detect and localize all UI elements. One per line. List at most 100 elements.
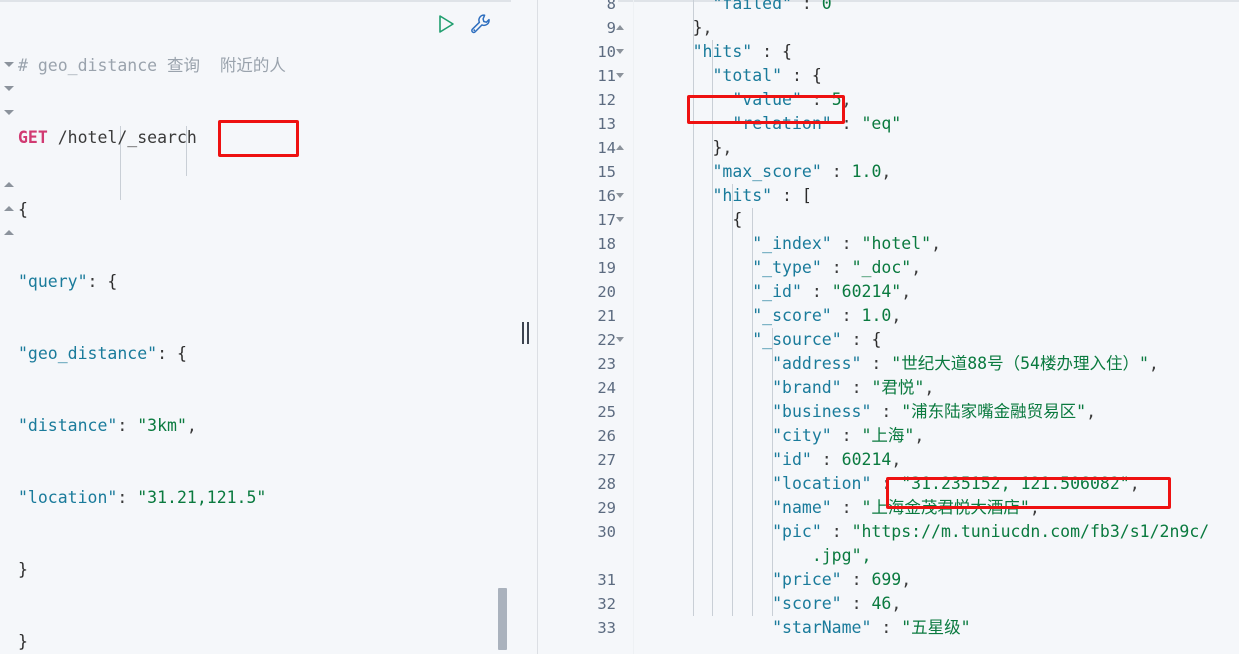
json-punctuation: :: [811, 90, 822, 109]
json-key: "failed": [712, 0, 792, 13]
json-string: "https://m.tuniucdn.com/fb3/s1/2n9c/: [851, 522, 1210, 541]
fold-toggle-close-2[interactable]: [4, 206, 14, 211]
json-punctuation: :: [881, 402, 892, 421]
json-punctuation: [: [801, 186, 812, 205]
fold-toggle-close-3[interactable]: [4, 230, 14, 235]
colon: :: [117, 416, 138, 435]
json-number: 60214: [841, 450, 892, 469]
json-key: "pic": [772, 522, 822, 541]
json-key: "score": [772, 594, 842, 613]
json-punctuation: :: [851, 330, 862, 349]
code-line: "_source" : {: [633, 328, 881, 352]
request-fold-gutter[interactable]: [0, 0, 18, 654]
json-punctuation: {: [811, 66, 822, 85]
json-number: 0: [821, 0, 832, 13]
json-punctuation: :: [841, 426, 852, 445]
open-brace-geo: {: [176, 344, 187, 363]
json-key: "_score": [752, 306, 832, 325]
wrench-icon[interactable]: [469, 12, 493, 36]
json-string: "_doc": [851, 258, 912, 277]
location-key: "location": [18, 488, 118, 507]
json-punctuation: ,: [924, 378, 935, 397]
json-string: "eq": [861, 114, 902, 133]
code-line: .jpg",: [633, 544, 872, 568]
request-code[interactable]: # geo_distance 查询 附近的人 GET /hotel/_searc…: [18, 6, 508, 654]
json-punctuation: :: [821, 450, 832, 469]
code-line: "score" : 46,: [633, 592, 901, 616]
json-string: "hotel": [861, 234, 932, 253]
fold-toggle-close-1[interactable]: [4, 182, 14, 187]
editor-actions[interactable]: [435, 12, 493, 36]
json-key: "name": [772, 498, 832, 517]
json-key: "relation": [732, 114, 832, 133]
play-icon[interactable]: [435, 13, 457, 35]
code-line-2: GET /hotel/_search: [18, 126, 508, 150]
json-number: 5: [831, 90, 842, 109]
json-punctuation: :: [791, 66, 802, 85]
colon: :: [157, 344, 177, 363]
code-line: },: [633, 16, 713, 40]
request-vertical-scrollbar[interactable]: [498, 588, 507, 650]
code-line: "hits" : {: [633, 40, 792, 64]
json-punctuation: :: [841, 306, 852, 325]
response-editor-panel[interactable]: 8 9 10 11 12 13 14 15 16 17 18 19 20 21 22 23 24 25 26 27 28…: [538, 0, 1239, 654]
json-key: "_index": [752, 234, 832, 253]
json-punctuation: :: [851, 378, 862, 397]
json-string: "君悦": [871, 378, 925, 397]
code-line: "id" : 60214,: [633, 448, 901, 472]
panel-splitter[interactable]: [511, 0, 538, 654]
code-line: "total" : {: [633, 64, 822, 88]
splitter-grip-icon[interactable]: [522, 322, 529, 344]
json-key: "price": [772, 570, 842, 589]
json-string: "世纪大道88号（54楼办理入住）": [891, 354, 1149, 373]
json-number: 1.0: [861, 306, 892, 325]
fold-toggle-open-1[interactable]: [4, 62, 14, 67]
fold-toggle-open-2[interactable]: [4, 86, 14, 91]
code-line: "pic" : "https://m.tuniucdn.com/fb3/s1/2…: [633, 520, 1209, 544]
json-punctuation: ,: [702, 18, 713, 37]
json-punctuation: :: [881, 474, 892, 493]
json-punctuation: ,: [901, 570, 912, 589]
request-editor-panel[interactable]: # geo_distance 查询 附近的人 GET /hotel/_searc…: [0, 0, 511, 654]
close-brace-query: }: [18, 632, 28, 651]
json-key: "starName": [772, 618, 872, 637]
json-punctuation: :: [841, 498, 852, 517]
json-punctuation: ,: [841, 90, 852, 109]
fold-toggle-open-3[interactable]: [4, 110, 14, 115]
code-line: "brand" : "君悦",: [633, 376, 934, 400]
json-punctuation: :: [831, 258, 842, 277]
location-value: "31.21,121.5": [137, 488, 267, 507]
json-key: "hits": [712, 186, 773, 205]
geo-distance-comment: # geo_distance 查询 附近的人: [18, 56, 286, 75]
json-punctuation: ,: [1086, 402, 1097, 421]
